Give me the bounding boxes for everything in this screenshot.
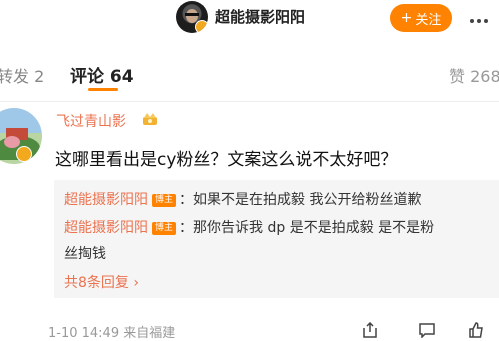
blogger-tag: 博主: [152, 222, 177, 235]
tab-likes[interactable]: 赞 268: [449, 63, 499, 87]
like-icon[interactable]: [468, 322, 484, 338]
active-tab-indicator: [88, 88, 118, 91]
commenter-avatar[interactable]: [0, 108, 42, 164]
share-icon[interactable]: [362, 322, 378, 338]
blogger-name[interactable]: 超能摄影阳阳: [215, 6, 305, 27]
reply-item: 超能摄影阳阳 博主 ：如果不是在拍成毅 我公开给粉丝道歉: [64, 189, 421, 209]
tab-comments[interactable]: 评论 64: [70, 62, 134, 87]
blogger-tag: 博主: [152, 194, 177, 207]
verified-badge-icon: [195, 20, 208, 33]
top-bar: 超能摄影阳阳 + 关注: [0, 0, 499, 36]
reply-author[interactable]: 超能摄影阳阳: [64, 192, 148, 208]
follow-label: 关注: [415, 12, 442, 28]
commenter-name[interactable]: 飞过青山影: [56, 111, 126, 131]
blogger-avatar[interactable]: [176, 1, 208, 33]
more-icon[interactable]: [470, 10, 494, 24]
reply-text-continued: 丝掏钱: [64, 246, 106, 262]
reply-author[interactable]: 超能摄影阳阳: [64, 220, 148, 236]
verified-badge-icon: [16, 146, 32, 162]
plus-icon: +: [400, 10, 413, 26]
tab-bar: 转发 2 评论 64 赞 268: [0, 48, 499, 104]
follow-button[interactable]: + 关注: [390, 4, 452, 32]
crown-icon: [143, 113, 157, 125]
reply-text: ：如果不是在拍成毅 我公开给粉丝道歉: [179, 192, 422, 208]
reply-text: ：那你告诉我 dp 是不是拍成毅 是不是粉: [179, 220, 435, 236]
comment-icon[interactable]: [418, 322, 436, 338]
tab-repost[interactable]: 转发 2: [0, 63, 44, 87]
more-replies-link[interactable]: 共8条回复 ›: [64, 272, 139, 292]
comment-text: 这哪里看出是cy粉丝？文案这么说不太好吧？: [55, 150, 398, 170]
divider: [0, 101, 499, 102]
reply-item: 超能摄影阳阳 博主 ：那你告诉我 dp 是不是拍成毅 是不是粉: [64, 217, 434, 237]
comment-timestamp: 1-10 14:49 来自福建: [48, 326, 176, 341]
reply-thread: 超能摄影阳阳 博主 ：如果不是在拍成毅 我公开给粉丝道歉 超能摄影阳阳 博主 ：那你告诉…: [54, 180, 499, 298]
